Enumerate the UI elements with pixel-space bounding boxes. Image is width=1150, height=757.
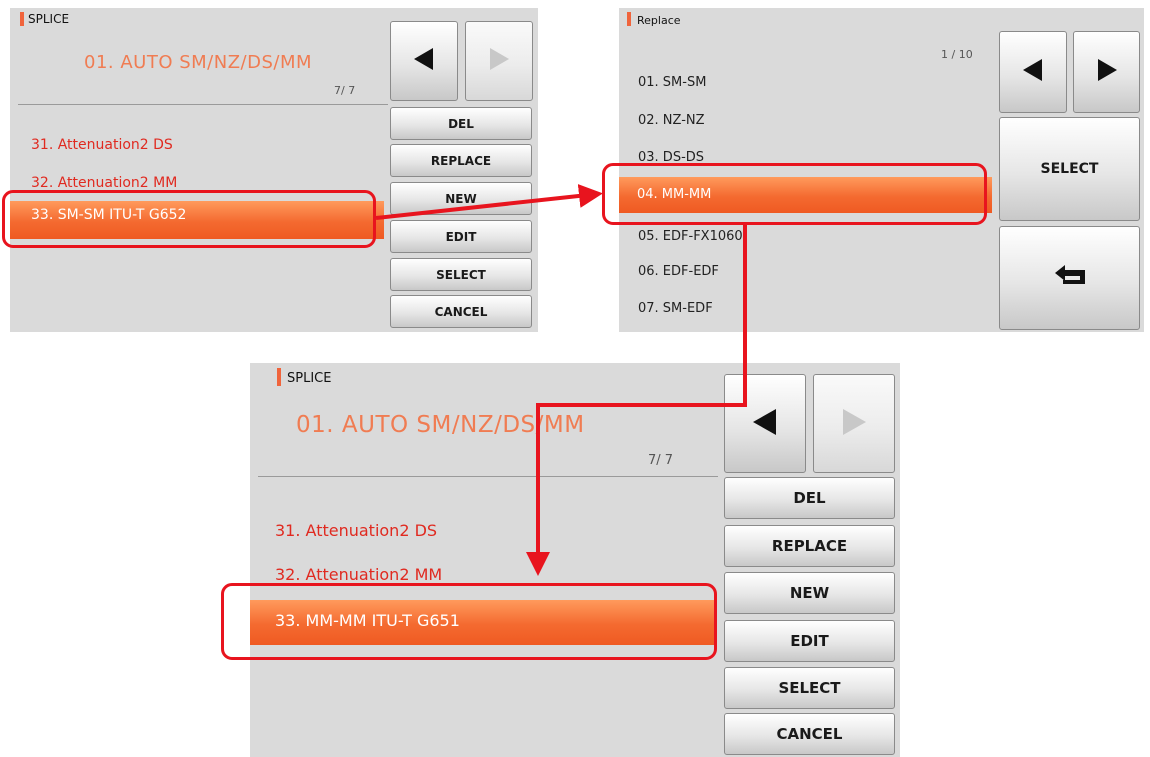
arrow-to-result (526, 225, 747, 576)
annotation-arrows (375, 184, 747, 576)
arrow-to-replace (375, 184, 603, 220)
